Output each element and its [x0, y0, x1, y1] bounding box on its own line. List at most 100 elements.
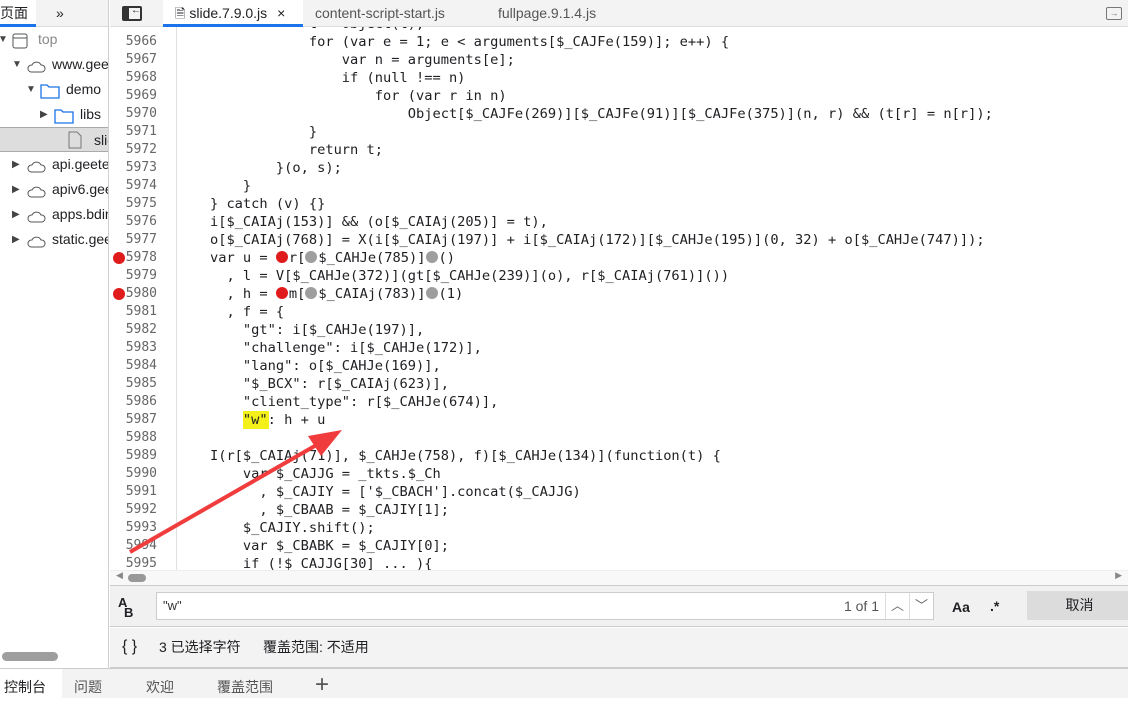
- collapsed-arrow-icon[interactable]: ▶: [12, 177, 20, 202]
- cancel-button[interactable]: 取消: [1027, 591, 1128, 620]
- tree-item[interactable]: ▼ top: [0, 27, 108, 52]
- tree-item[interactable]: slide.7.9.0.js: [0, 127, 108, 152]
- line-number[interactable]: 5990: [110, 465, 157, 483]
- line-number[interactable]: 5985: [110, 375, 157, 393]
- pretty-print-button[interactable]: { }: [122, 622, 137, 672]
- code-line: i[$_CAIAj(153)] && (o[$_CAIAj(205)] = t)…: [177, 214, 548, 230]
- tree-item[interactable]: ▶ api.geetest.com: [0, 152, 108, 177]
- inline-breakpoint-icon[interactable]: [305, 287, 318, 299]
- search-bar: AB "w" 1 of 1 ︿ ﹀ Aa .* 取消: [110, 585, 1128, 627]
- inline-breakpoint-icon[interactable]: [425, 287, 438, 299]
- breakpoint-marker[interactable]: [113, 252, 125, 264]
- line-number[interactable]: 5969: [110, 87, 157, 105]
- line-number[interactable]: 5987: [110, 411, 157, 429]
- replace-toggle-icon[interactable]: AB: [118, 596, 133, 619]
- code-line: var $_CBABK = $_CAJIY[0];: [177, 538, 449, 554]
- tree-item[interactable]: ▶ static.geetest.com: [0, 227, 108, 252]
- inline-breakpoint-icon[interactable]: [275, 287, 288, 299]
- tab-slide-js[interactable]: 🗎 slide.7.9.0.js ×: [163, 0, 303, 27]
- line-number[interactable]: 5982: [110, 321, 157, 339]
- tab-issues[interactable]: 问题: [74, 669, 102, 699]
- line-number[interactable]: 5972: [110, 141, 157, 159]
- line-number[interactable]: 5993: [110, 519, 157, 537]
- code-editor[interactable]: 5965 t = Object(t);5966 for (var e = 1; …: [110, 27, 1128, 570]
- line-number[interactable]: 5992: [110, 501, 157, 519]
- more-tabs-button[interactable]: »: [50, 0, 70, 27]
- tree-item[interactable]: ▼ www.geetest.com: [0, 52, 108, 77]
- line-number[interactable]: 5989: [110, 447, 157, 465]
- line-number[interactable]: 5976: [110, 213, 157, 231]
- line-number[interactable]: 5988: [110, 429, 157, 447]
- breakpoint-marker[interactable]: [113, 288, 125, 300]
- tab-content-script-start[interactable]: content-script-start.js: [315, 0, 445, 27]
- tree-item-label: top: [38, 31, 58, 47]
- toggle-debugger-button[interactable]: →: [1106, 7, 1122, 20]
- line-number[interactable]: 5994: [110, 537, 157, 555]
- tab-coverage[interactable]: 覆盖范围: [217, 669, 273, 699]
- expanded-arrow-icon[interactable]: ▼: [12, 52, 22, 77]
- tab-page[interactable]: 页面: [0, 0, 36, 27]
- tree-item-label: static.geetest.com: [52, 231, 108, 247]
- tree-item[interactable]: ▶ apps.bdimg.com: [0, 202, 108, 227]
- code-line: o[$_CAIAj(768)] = X(i[$_CAIAj(197)] + i[…: [177, 232, 985, 248]
- add-tab-button[interactable]: +: [315, 669, 329, 699]
- collapsed-arrow-icon[interactable]: ▶: [12, 227, 20, 252]
- line-number[interactable]: 5973: [110, 159, 157, 177]
- tab-fullpage-js[interactable]: fullpage.9.1.4.js: [498, 0, 596, 27]
- next-match-button[interactable]: ﹀: [909, 593, 933, 619]
- folder-icon: [54, 107, 74, 124]
- tree-item[interactable]: ▶ libs: [0, 102, 108, 127]
- sidebar-scrollbar[interactable]: [2, 652, 58, 661]
- selection-info: 3 已选择字符: [159, 639, 241, 655]
- line-number[interactable]: 5977: [110, 231, 157, 249]
- expanded-arrow-icon[interactable]: ▼: [0, 27, 8, 52]
- regex-button[interactable]: .*: [990, 598, 999, 614]
- code-line: for (var r in n): [177, 88, 507, 104]
- folder-icon: [40, 82, 60, 99]
- line-number[interactable]: 5971: [110, 123, 157, 141]
- coverage-info: 覆盖范围: 不适用: [263, 639, 369, 655]
- line-number[interactable]: 5984: [110, 357, 157, 375]
- editor-tabs: ← 🗎 slide.7.9.0.js × content-script-star…: [110, 0, 1128, 27]
- line-number[interactable]: 5967: [110, 51, 157, 69]
- line-number[interactable]: 5974: [110, 177, 157, 195]
- scrollbar-thumb[interactable]: [128, 574, 146, 582]
- code-line: , l = V[$_CAHJe(372)](gt[$_CAHJe(239)](o…: [177, 268, 730, 284]
- line-number[interactable]: 5975: [110, 195, 157, 213]
- line-number[interactable]: 5983: [110, 339, 157, 357]
- line-number[interactable]: 5968: [110, 69, 157, 87]
- search-value: "w": [163, 598, 182, 613]
- collapsed-arrow-icon[interactable]: ▶: [40, 102, 48, 127]
- expanded-arrow-icon[interactable]: ▼: [26, 77, 36, 102]
- inline-breakpoint-icon[interactable]: [425, 251, 438, 263]
- line-number[interactable]: 5995: [110, 555, 157, 570]
- line-number[interactable]: 5966: [110, 33, 157, 51]
- line-number[interactable]: 5991: [110, 483, 157, 501]
- inline-breakpoint-icon[interactable]: [305, 251, 318, 263]
- collapsed-arrow-icon[interactable]: ▶: [12, 152, 20, 177]
- tab-console[interactable]: 控制台: [0, 669, 62, 699]
- tree-item-label: apps.bdimg.com: [52, 206, 108, 222]
- line-number[interactable]: 5970: [110, 105, 157, 123]
- line-number[interactable]: 5986: [110, 393, 157, 411]
- code-line: "gt": i[$_CAHJe(197)],: [177, 322, 425, 338]
- toggle-navigator-button[interactable]: ←: [122, 5, 142, 21]
- match-case-button[interactable]: Aa: [952, 599, 970, 615]
- tree-item[interactable]: ▶ apiv6.geetest.com: [0, 177, 108, 202]
- close-icon[interactable]: ×: [277, 5, 285, 21]
- code-line: I(r[$_CAIAj(71)], $_CAHJe(758), f)[$_CAH…: [177, 448, 721, 464]
- panel-left-icon: [124, 8, 129, 19]
- inline-breakpoint-icon[interactable]: [275, 251, 288, 263]
- tree-item[interactable]: ▼ demo: [0, 77, 108, 102]
- tab-welcome[interactable]: 欢迎: [146, 669, 174, 699]
- previous-match-button[interactable]: ︿: [885, 593, 909, 619]
- search-input[interactable]: "w" 1 of 1 ︿ ﹀: [156, 592, 934, 620]
- horizontal-scrollbar[interactable]: ◀ ▶: [110, 570, 1128, 585]
- line-number[interactable]: 5981: [110, 303, 157, 321]
- code-segment: $_CAIAj(783)]: [318, 286, 426, 302]
- collapsed-arrow-icon[interactable]: ▶: [12, 202, 20, 227]
- tree-item-label: libs: [80, 106, 102, 122]
- line-number[interactable]: 5979: [110, 267, 157, 285]
- code-line: $_CAJIY.shift();: [177, 520, 375, 536]
- tab-label: slide.7.9.0.js: [189, 5, 268, 21]
